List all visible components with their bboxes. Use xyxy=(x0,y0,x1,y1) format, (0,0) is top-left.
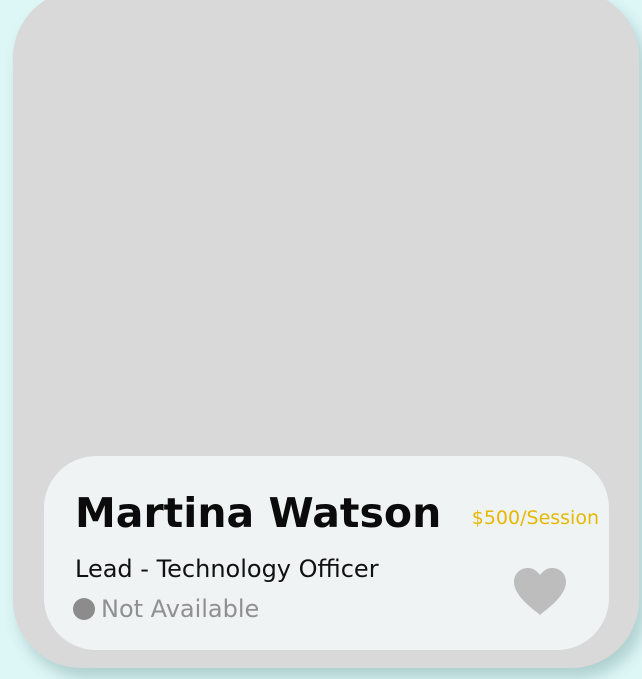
session-price: $500/Session xyxy=(471,507,599,529)
status-dot-icon xyxy=(73,598,95,620)
availability-status-label: Not Available xyxy=(101,595,260,623)
heart-icon xyxy=(514,568,566,615)
favorite-button[interactable] xyxy=(512,567,568,617)
profile-info-panel: Martina Watson $500/Session Lead - Techn… xyxy=(44,456,609,650)
profile-photo-placeholder xyxy=(13,0,639,450)
profile-role: Lead - Technology Officer xyxy=(75,555,379,583)
availability-status: Not Available xyxy=(73,595,259,623)
profile-name: Martina Watson xyxy=(75,489,442,537)
profile-card[interactable]: Martina Watson $500/Session Lead - Techn… xyxy=(13,0,639,668)
